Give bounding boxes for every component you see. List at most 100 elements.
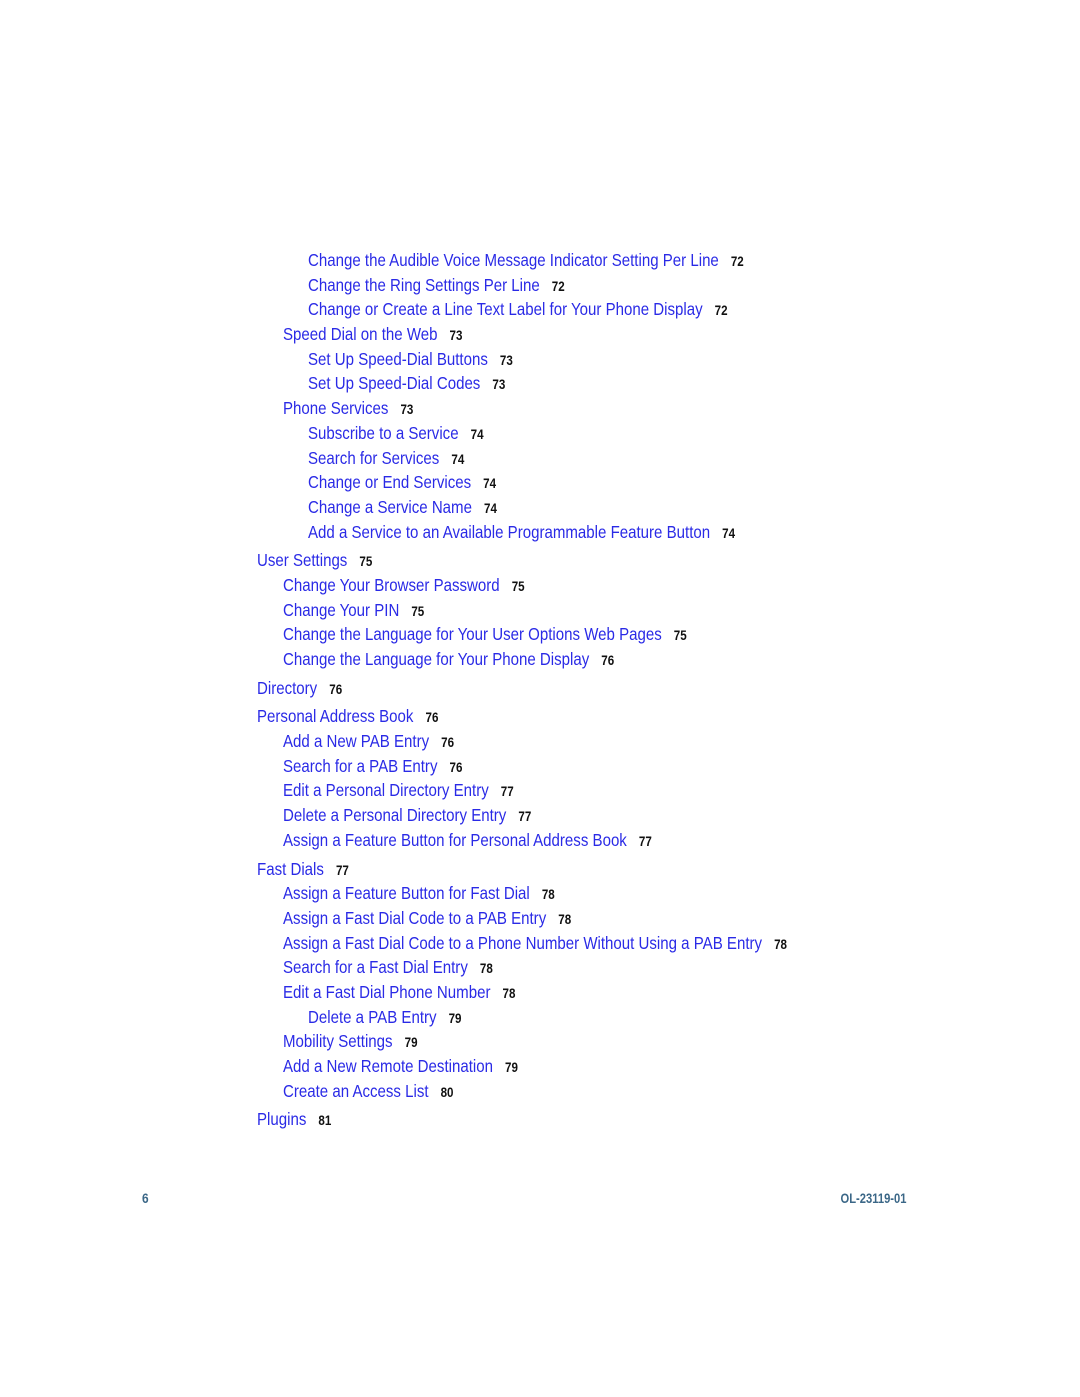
toc-entry[interactable]: Change the Audible Voice Message Indicat…: [308, 248, 972, 273]
toc-entry[interactable]: Create an Access List 80: [283, 1079, 968, 1104]
toc-entry[interactable]: Assign a Fast Dial Code to a Phone Numbe…: [283, 931, 968, 956]
toc-entry[interactable]: Search for a Fast Dial Entry 78: [283, 955, 968, 980]
toc-entry-link[interactable]: Speed Dial on the Web: [283, 324, 438, 344]
toc-entry-page-number: 77: [518, 809, 532, 825]
toc-entry-page-number: 73: [499, 352, 513, 368]
toc-entry-link[interactable]: Change Your PIN: [283, 600, 399, 620]
toc-entry[interactable]: Set Up Speed-Dial Buttons 73: [308, 347, 972, 372]
toc-entry-page-number: 72: [714, 303, 728, 319]
toc-entry[interactable]: Assign a Feature Button for Personal Add…: [283, 828, 968, 853]
toc-entry-page-number: 74: [451, 451, 465, 467]
toc-entry[interactable]: Subscribe to a Service 74: [308, 421, 972, 446]
toc-entry[interactable]: Speed Dial on the Web 73: [283, 322, 968, 347]
toc-entry-link[interactable]: Phone Services: [283, 398, 388, 418]
toc-entry-page-number: 76: [441, 735, 455, 751]
toc-entry-link[interactable]: Mobility Settings: [283, 1031, 393, 1051]
table-of-contents: Change the Audible Voice Message Indicat…: [0, 248, 1080, 1132]
toc-entry-page-number: 73: [400, 402, 414, 418]
toc-entry-link[interactable]: Change the Language for Your Phone Displ…: [283, 649, 589, 669]
toc-entry-page-number: 73: [449, 328, 463, 344]
toc-entry[interactable]: Add a New Remote Destination 79: [283, 1054, 968, 1079]
toc-entry-link[interactable]: Edit a Personal Directory Entry: [283, 780, 489, 800]
toc-entry-link[interactable]: Delete a Personal Directory Entry: [283, 805, 506, 825]
toc-entry-page-number: 79: [448, 1010, 462, 1026]
toc-entry-page-number: 74: [722, 525, 736, 541]
toc-entry[interactable]: Change the Ring Settings Per Line 72: [308, 273, 972, 298]
toc-entry-link[interactable]: Assign a Feature Button for Fast Dial: [283, 883, 530, 903]
toc-entry[interactable]: Change or End Services 74: [308, 470, 972, 495]
toc-entry[interactable]: Fast Dials 77: [257, 857, 965, 882]
toc-entry-page-number: 75: [359, 554, 373, 570]
toc-entry[interactable]: Assign a Feature Button for Fast Dial 78: [283, 881, 968, 906]
footer-document-id: OL-23119-01: [840, 1190, 906, 1206]
toc-entry-link[interactable]: Create an Access List: [283, 1081, 429, 1101]
toc-entry[interactable]: Change the Language for Your User Option…: [283, 622, 968, 647]
toc-entry-link[interactable]: Set Up Speed-Dial Codes: [308, 373, 480, 393]
toc-entry[interactable]: Directory 76: [257, 676, 965, 701]
toc-entry[interactable]: Edit a Personal Directory Entry 77: [283, 778, 968, 803]
toc-entry[interactable]: Assign a Fast Dial Code to a PAB Entry 78: [283, 906, 968, 931]
toc-entry-link[interactable]: Add a Service to an Available Programmab…: [308, 522, 710, 542]
toc-entry-page-number: 73: [492, 377, 506, 393]
toc-entry-link[interactable]: Change Your Browser Password: [283, 575, 500, 595]
toc-entry[interactable]: Change a Service Name 74: [308, 495, 972, 520]
toc-entry-link[interactable]: Change or End Services: [308, 472, 471, 492]
toc-entry[interactable]: Delete a PAB Entry 79: [308, 1005, 972, 1030]
toc-entry-page-number: 76: [425, 710, 439, 726]
toc-entry[interactable]: Search for a PAB Entry 76: [283, 754, 968, 779]
toc-entry-page-number: 79: [404, 1035, 418, 1051]
toc-entry-link[interactable]: Assign a Fast Dial Code to a Phone Numbe…: [283, 933, 762, 953]
toc-entry[interactable]: Delete a Personal Directory Entry 77: [283, 803, 968, 828]
toc-entry-link[interactable]: Add a New PAB Entry: [283, 731, 429, 751]
toc-entry-page-number: 78: [479, 961, 493, 977]
toc-entry-link[interactable]: Search for a PAB Entry: [283, 756, 437, 776]
toc-entry-page-number: 78: [558, 911, 572, 927]
toc-entry-link[interactable]: Search for a Fast Dial Entry: [283, 957, 468, 977]
toc-entry[interactable]: Add a Service to an Available Programmab…: [308, 520, 972, 545]
toc-entry[interactable]: Personal Address Book 76: [257, 704, 965, 729]
toc-entry-link[interactable]: Subscribe to a Service: [308, 423, 459, 443]
toc-entry-page-number: 72: [551, 278, 565, 294]
toc-entry-page-number: 77: [335, 862, 349, 878]
toc-entry-link[interactable]: Edit a Fast Dial Phone Number: [283, 982, 490, 1002]
toc-entry-page-number: 72: [730, 254, 744, 269]
toc-entry-page-number: 78: [541, 887, 555, 903]
toc-entry-page-number: 76: [329, 681, 343, 697]
toc-entry-page-number: 74: [484, 500, 497, 516]
toc-entry-link[interactable]: Directory: [257, 678, 317, 698]
page-footer: 6 OL-23119-01: [0, 1190, 1080, 1210]
toc-entry-link[interactable]: Assign a Feature Button for Personal Add…: [283, 830, 627, 850]
toc-entry-link[interactable]: Change the Language for Your User Option…: [283, 624, 662, 644]
toc-entry-link[interactable]: Change a Service Name: [308, 497, 472, 517]
toc-entry[interactable]: Add a New PAB Entry 76: [283, 729, 968, 754]
toc-entry-page-number: 75: [511, 578, 525, 594]
toc-entry-link[interactable]: Search for Services: [308, 448, 439, 468]
footer-page-number: 6: [142, 1190, 149, 1206]
toc-entry-link[interactable]: Change the Audible Voice Message Indicat…: [308, 250, 719, 270]
toc-entry-link[interactable]: Personal Address Book: [257, 706, 413, 726]
toc-entry[interactable]: Edit a Fast Dial Phone Number 78: [283, 980, 968, 1005]
toc-entry[interactable]: Change Your Browser Password 75: [283, 573, 968, 598]
toc-entry[interactable]: Set Up Speed-Dial Codes 73: [308, 371, 972, 396]
toc-entry[interactable]: Plugins 81: [257, 1107, 965, 1132]
toc-entry-page-number: 78: [502, 985, 516, 1001]
toc-entry-page-number: 76: [449, 759, 463, 775]
toc-entry[interactable]: Change or Create a Line Text Label for Y…: [308, 297, 972, 322]
toc-entry[interactable]: Phone Services 73: [283, 396, 968, 421]
toc-entry-page-number: 76: [601, 653, 615, 668]
toc-entry-link[interactable]: Delete a PAB Entry: [308, 1007, 437, 1027]
toc-entry[interactable]: Mobility Settings 79: [283, 1029, 968, 1054]
toc-entry[interactable]: Change Your PIN 75: [283, 598, 968, 623]
toc-entry-page-number: 74: [483, 476, 497, 492]
toc-entry-link[interactable]: Add a New Remote Destination: [283, 1056, 493, 1076]
toc-entry-link[interactable]: Plugins: [257, 1109, 306, 1129]
toc-entry[interactable]: Change the Language for Your Phone Displ…: [283, 647, 968, 672]
toc-entry-link[interactable]: Change or Create a Line Text Label for Y…: [308, 299, 703, 319]
toc-entry-link[interactable]: Set Up Speed-Dial Buttons: [308, 349, 488, 369]
toc-entry-link[interactable]: Change the Ring Settings Per Line: [308, 275, 540, 295]
toc-entry-link[interactable]: Assign a Fast Dial Code to a PAB Entry: [283, 908, 546, 928]
toc-entry-link[interactable]: User Settings: [257, 550, 347, 570]
toc-entry[interactable]: User Settings 75: [257, 548, 965, 573]
toc-entry-link[interactable]: Fast Dials: [257, 859, 324, 879]
toc-entry[interactable]: Search for Services 74: [308, 446, 972, 471]
